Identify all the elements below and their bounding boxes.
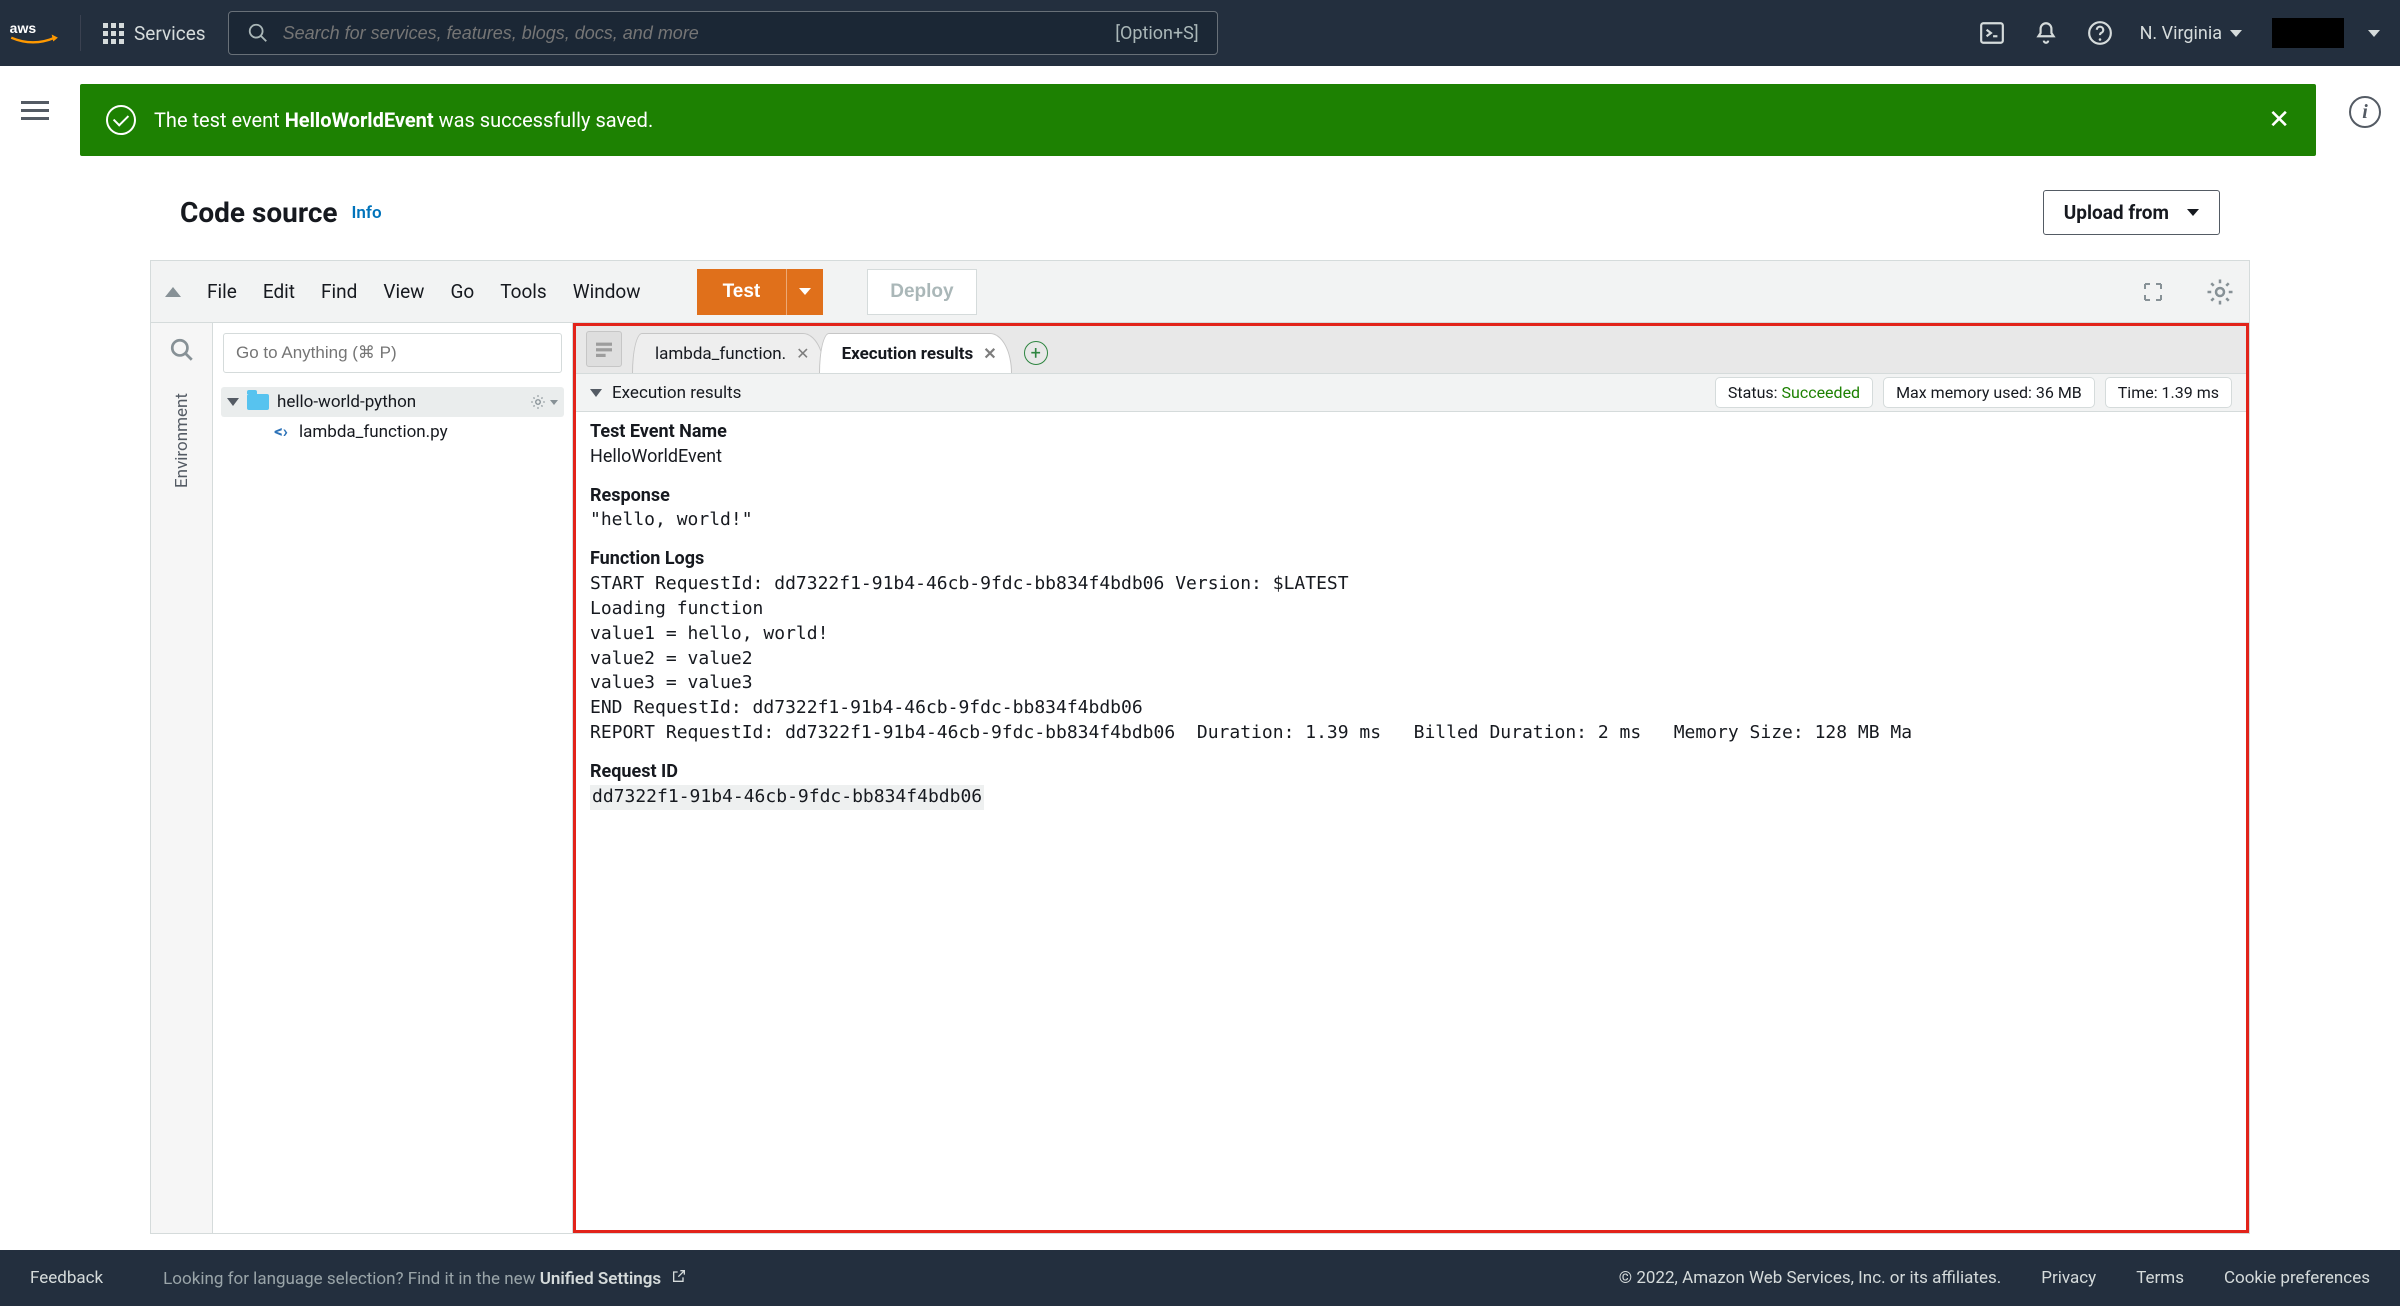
upload-from-button[interactable]: Upload from [2043,190,2220,235]
ide-sidebar: Environment [151,323,213,1233]
tab-label: lambda_function. [655,344,786,364]
fullscreen-icon[interactable] [2141,280,2165,304]
response-label: Response [590,484,2232,509]
tab-scroll-icon[interactable] [586,331,622,367]
menu-window[interactable]: Window [573,280,641,303]
logs-label: Function Logs [590,547,2232,572]
python-file-icon: <› [271,422,291,442]
banner-message: The test event HelloWorldEvent was succe… [154,108,653,132]
collapse-icon[interactable] [165,287,181,297]
info-icon[interactable]: i [2349,96,2381,128]
caret-down-icon [2368,30,2380,37]
event-name-value: HelloWorldEvent [590,445,2232,470]
results-body: Test Event Name HelloWorldEvent Response… [576,412,2246,1230]
time-badge: Time: 1.39 ms [2105,377,2232,408]
caret-down-icon [550,400,558,405]
info-link[interactable]: Info [352,203,382,223]
subhead-label: Execution results [612,383,741,403]
grid-icon [103,23,124,44]
chevron-down-icon [227,398,239,406]
project-name: hello-world-python [277,392,416,412]
services-label: Services [134,22,206,45]
tab-label: Execution results [842,344,974,364]
close-icon[interactable]: ✕ [796,344,809,363]
close-icon[interactable]: ✕ [983,344,996,363]
test-button[interactable]: Test [697,269,787,315]
goto-input[interactable] [223,333,562,373]
left-rail [0,66,70,1240]
global-search[interactable]: [Option+S] [228,11,1218,55]
chevron-down-icon[interactable] [590,389,602,397]
search-icon [247,22,269,44]
caret-down-icon [2187,209,2199,216]
footer: Feedback Looking for language selection?… [0,1250,2400,1306]
separator [80,15,81,51]
tab-results[interactable]: Execution results ✕ [819,333,1012,373]
test-dropdown[interactable] [786,269,823,315]
memory-badge: Max memory used: 36 MB [1883,377,2095,408]
unified-settings-link[interactable]: Unified Settings [540,1269,661,1289]
editor-main: lambda_function. ✕ Execution results ✕ +… [573,323,2249,1233]
search-input[interactable] [283,23,1102,44]
top-nav: aws Services [Option+S] N. Virginia [0,0,2400,66]
right-rail: i [2330,66,2400,1240]
deploy-button[interactable]: Deploy [867,269,976,315]
section-header: Code source Info Upload from [180,190,2220,235]
code-editor: File Edit Find View Go Tools Window Test… [150,260,2250,1234]
logs-body: START RequestId: dd7322f1-91b4-46cb-9fdc… [590,572,2232,746]
aws-logo[interactable]: aws [0,19,66,47]
menu-tools[interactable]: Tools [500,280,547,303]
cloudshell-icon[interactable] [1972,13,2012,53]
help-icon[interactable] [2080,13,2120,53]
language-hint: Looking for language selection? Find it … [163,1268,687,1289]
region-selector[interactable]: N. Virginia [2134,23,2248,44]
external-link-icon [671,1268,687,1284]
caret-down-icon [799,288,811,295]
cookie-link[interactable]: Cookie preferences [2224,1268,2370,1288]
tab-file[interactable]: lambda_function. ✕ [632,333,825,373]
menu-go[interactable]: Go [450,280,474,303]
tab-bar: lambda_function. ✕ Execution results ✕ + [576,326,2246,374]
notifications-icon[interactable] [2026,13,2066,53]
region-label: N. Virginia [2140,23,2222,44]
status-badge: Status: Succeeded [1715,377,1873,408]
caret-down-icon [2230,30,2242,37]
page-title: Code source [180,196,338,229]
new-tab-icon[interactable]: + [1024,341,1048,365]
reqid-label: Request ID [590,760,2232,785]
response-value: "hello, world!" [590,508,2232,533]
check-icon [106,105,136,135]
success-banner: The test event HelloWorldEvent was succe… [80,84,2316,156]
gear-icon[interactable] [529,393,558,411]
gear-icon[interactable] [2205,277,2235,307]
search-shortcut: [Option+S] [1115,23,1198,44]
search-icon[interactable] [169,337,195,363]
event-name-label: Test Event Name [590,420,2232,445]
close-icon[interactable]: ✕ [2268,105,2290,135]
menu-view[interactable]: View [383,280,424,303]
menu-edit[interactable]: Edit [263,280,295,303]
hamburger-icon[interactable] [21,96,49,125]
file-tree: hello-world-python <› lambda_function.py [213,323,573,1233]
services-menu[interactable]: Services [95,22,214,45]
privacy-link[interactable]: Privacy [2041,1268,2096,1288]
menu-file[interactable]: File [207,280,237,303]
svg-text:aws: aws [10,20,37,36]
results-subheader: Execution results Status: Succeeded Max … [576,374,2246,412]
reqid-value: dd7322f1-91b4-46cb-9fdc-bb834f4bdb06 [590,785,2232,810]
tree-file-row[interactable]: <› lambda_function.py [221,417,564,447]
menu-find[interactable]: Find [321,280,357,303]
file-name: lambda_function.py [299,422,448,442]
upload-label: Upload from [2064,201,2169,224]
tree-project-row[interactable]: hello-world-python [221,387,564,417]
copyright: © 2022, Amazon Web Services, Inc. or its… [1619,1268,2002,1288]
folder-icon [247,394,269,410]
account-menu[interactable] [2272,18,2344,48]
feedback-link[interactable]: Feedback [30,1268,103,1288]
test-button-group: Test [697,269,824,315]
environment-tab[interactable]: Environment [172,393,192,488]
ide-menubar: File Edit Find View Go Tools Window Test… [151,261,2249,323]
terms-link[interactable]: Terms [2136,1268,2184,1288]
